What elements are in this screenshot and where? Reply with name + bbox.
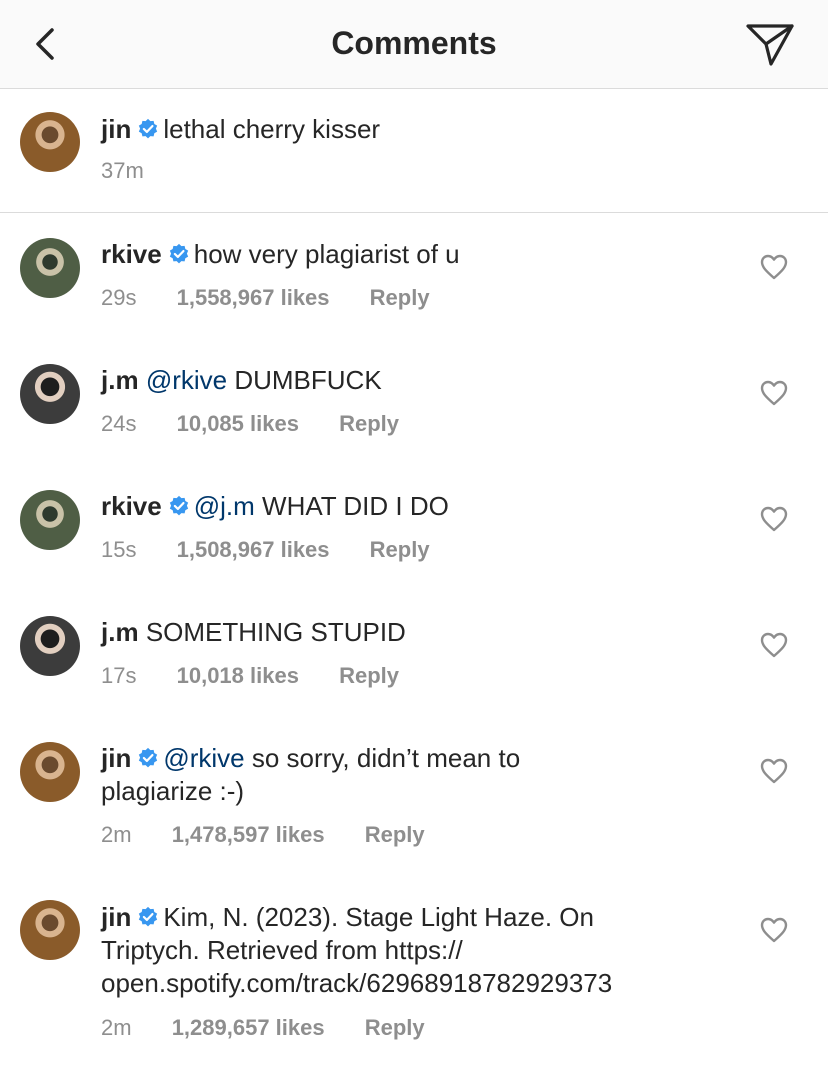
spotify-link[interactable]: open.spotify.com/track/62968918782929373 — [101, 968, 612, 998]
comment-body: how very plagiarist of u — [193, 239, 460, 269]
avatar[interactable] — [20, 490, 80, 550]
reply-button[interactable]: Reply — [370, 285, 430, 310]
comment-text: rkive how very plagiarist of u — [101, 238, 721, 271]
paper-plane-icon[interactable] — [744, 20, 796, 68]
comment-text: j.m SOMETHING STUPID — [101, 616, 721, 649]
comment-body: SOMETHING STUPID — [145, 617, 406, 647]
mention-link[interactable]: @rkive — [163, 743, 244, 773]
likes-count[interactable]: 10,085 likes — [177, 411, 299, 436]
page-title: Comments — [331, 25, 497, 61]
comment-text: j.m @rkive DUMBFUCK — [101, 364, 721, 397]
username[interactable]: jin — [101, 743, 131, 773]
username[interactable]: rkive — [101, 491, 162, 521]
header-bar: Comments — [0, 0, 828, 89]
avatar[interactable] — [20, 238, 80, 298]
avatar[interactable] — [20, 900, 80, 960]
post-caption: jin lethal cherry kisser 37m — [0, 89, 828, 213]
avatar[interactable] — [20, 112, 80, 172]
comment-body-line2: Triptych. Retrieved from https:// — [101, 935, 463, 965]
comment-time: 2m — [101, 1015, 132, 1040]
avatar[interactable] — [20, 742, 80, 802]
comment-text: jin @rkive so sorry, didn’t mean to plagia… — [101, 742, 721, 808]
avatar[interactable] — [20, 364, 80, 424]
comment-body: so sorry, didn’t mean to — [251, 743, 521, 773]
likes-count[interactable]: 1,508,967 likes — [177, 537, 330, 562]
verified-badge-icon — [139, 747, 158, 768]
caption-text: jin lethal cherry kisser — [101, 113, 721, 146]
username[interactable]: jin — [101, 902, 131, 932]
comment-meta: 29s 1,558,967 likes Reply — [101, 285, 430, 311]
reply-button[interactable]: Reply — [339, 663, 399, 688]
reply-button[interactable]: Reply — [365, 822, 425, 847]
comment-time: 15s — [101, 537, 137, 562]
comment-meta: 24s 10,085 likes Reply — [101, 411, 399, 437]
comment-body: DUMBFUCK — [234, 365, 382, 395]
heart-icon[interactable] — [760, 632, 788, 658]
comment-text: jin Kim, N. (2023). Stage Light Haze. On T… — [101, 901, 741, 1000]
caption-time: 37m — [101, 158, 144, 183]
comment-meta: 15s 1,508,967 likes Reply — [101, 537, 430, 563]
likes-count[interactable]: 1,558,967 likes — [177, 285, 330, 310]
comment-time: 2m — [101, 822, 132, 847]
reply-button[interactable]: Reply — [339, 411, 399, 436]
username[interactable]: rkive — [101, 239, 162, 269]
reply-button[interactable]: Reply — [370, 537, 430, 562]
verified-badge-icon — [169, 495, 188, 516]
mention-link[interactable]: @rkive — [146, 365, 227, 395]
mention-link[interactable]: @j.m — [194, 491, 255, 521]
comment-meta: 2m 1,478,597 likes Reply — [101, 822, 425, 848]
comment-body-line2: plagiarize :-) — [101, 776, 245, 806]
likes-count[interactable]: 1,478,597 likes — [172, 822, 325, 847]
likes-count[interactable]: 10,018 likes — [177, 663, 299, 688]
likes-count[interactable]: 1,289,657 likes — [172, 1015, 325, 1040]
heart-icon[interactable] — [760, 380, 788, 406]
heart-icon[interactable] — [760, 758, 788, 784]
comment-text: rkive @j.m WHAT DID I DO — [101, 490, 721, 523]
verified-badge-icon — [139, 118, 158, 139]
username[interactable]: j.m — [101, 365, 139, 395]
comment-time: 17s — [101, 663, 137, 688]
avatar[interactable] — [20, 616, 80, 676]
comment-body: Kim, N. (2023). Stage Light Haze. On — [163, 902, 594, 932]
comment-body: WHAT DID I DO — [262, 491, 449, 521]
heart-icon[interactable] — [760, 506, 788, 532]
comment-time: 29s — [101, 285, 137, 310]
comment-time: 24s — [101, 411, 137, 436]
reply-button[interactable]: Reply — [365, 1015, 425, 1040]
comment-meta: 17s 10,018 likes Reply — [101, 663, 399, 689]
verified-badge-icon — [169, 243, 188, 264]
username[interactable]: j.m — [101, 617, 139, 647]
verified-badge-icon — [139, 906, 158, 927]
comment-meta: 2m 1,289,657 likes Reply — [101, 1015, 425, 1041]
username[interactable]: jin — [101, 114, 131, 144]
caption-body: lethal cherry kisser — [163, 114, 381, 144]
heart-icon[interactable] — [760, 917, 788, 943]
heart-icon[interactable] — [760, 254, 788, 280]
